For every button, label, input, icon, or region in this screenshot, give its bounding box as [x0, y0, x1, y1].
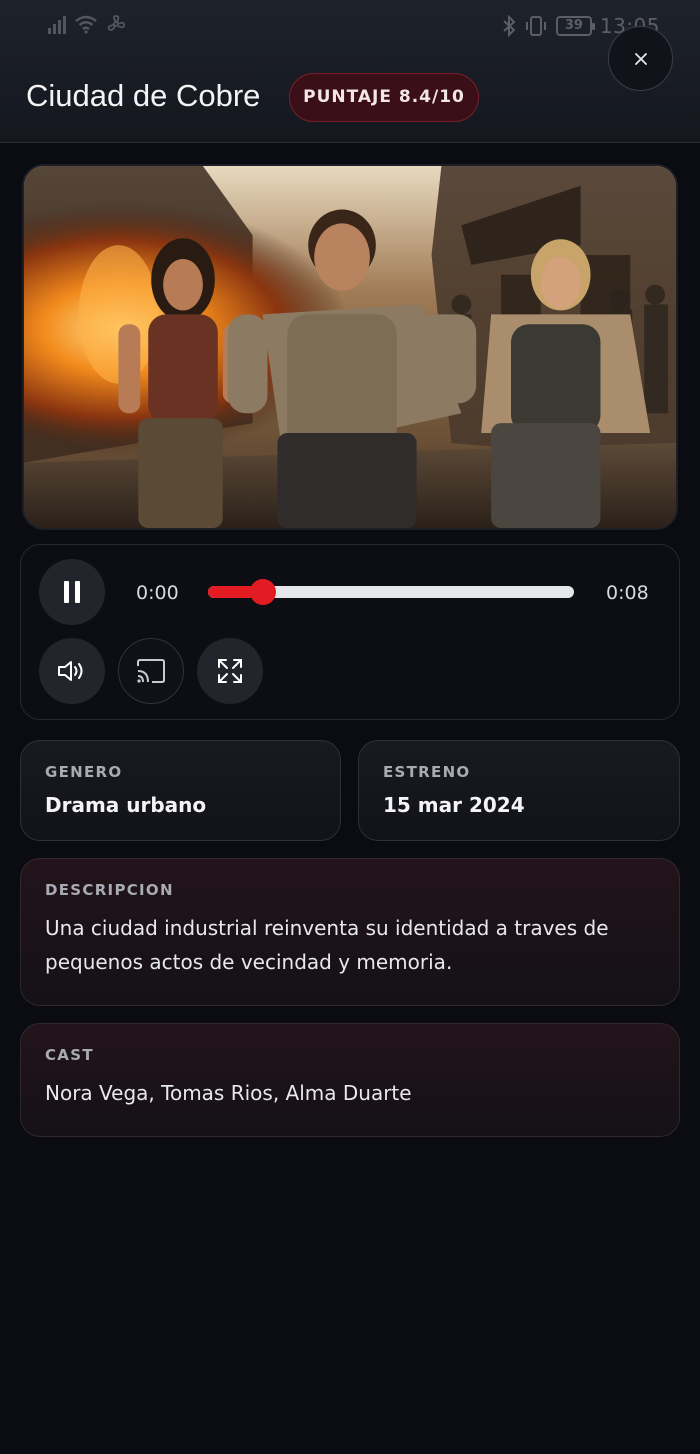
description-card: DESCRIPCION Una ciudad industrial reinve… [20, 858, 680, 1006]
pause-button[interactable] [39, 559, 105, 625]
pause-icon [64, 581, 80, 603]
genre-label: GENERO [45, 763, 123, 781]
volume-button[interactable] [39, 638, 105, 704]
page-title: Ciudad de Cobre [26, 78, 261, 113]
cast-text: Nora Vega, Tomas Rios, Alma Duarte [45, 1081, 412, 1105]
bluetooth-icon [503, 15, 516, 37]
description-text: Una ciudad industrial reinventa su ident… [45, 916, 609, 974]
cast-card: CAST Nora Vega, Tomas Rios, Alma Duarte [20, 1023, 680, 1137]
fullscreen-icon [218, 659, 242, 683]
fullscreen-button[interactable] [197, 638, 263, 704]
release-label: ESTRENO [383, 763, 471, 781]
volume-icon [58, 661, 83, 681]
video-frame[interactable] [22, 164, 678, 530]
video-thumbnail [24, 166, 676, 528]
signal-icon [48, 14, 66, 34]
description-label: DESCRIPCION [45, 881, 174, 899]
genre-value: Drama urbano [45, 793, 207, 817]
fan-icon [107, 15, 125, 31]
cast-label: CAST [45, 1046, 94, 1064]
release-value: 15 mar 2024 [383, 793, 525, 817]
status-bar: 39 13:05 [0, 10, 700, 44]
vibrate-icon [525, 16, 546, 36]
genre-card: GENERO Drama urbano [20, 740, 341, 841]
cast-button[interactable] [118, 638, 184, 704]
wifi-icon [75, 15, 97, 34]
release-card: ESTRENO 15 mar 2024 [358, 740, 680, 841]
current-time: 0:00 [136, 582, 179, 604]
battery-icon: 39 [555, 16, 595, 36]
progress-thumb[interactable] [249, 579, 276, 605]
cast-icon [137, 659, 165, 683]
close-button[interactable] [608, 26, 673, 91]
duration-time: 0:08 [606, 582, 649, 604]
player-controls [20, 544, 680, 720]
score-badge: PUNTAJE 8.4/10 [289, 73, 479, 122]
close-icon [634, 52, 647, 65]
